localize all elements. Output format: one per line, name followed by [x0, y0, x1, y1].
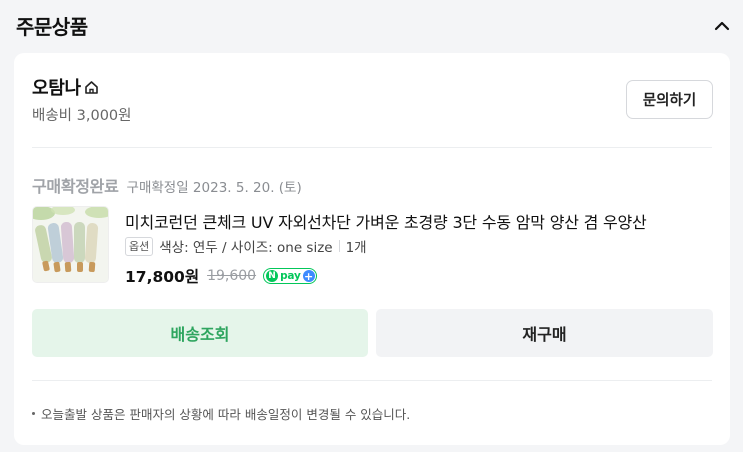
plus-icon: +	[302, 269, 315, 283]
price-row: 17,800원 19,600 N pay +	[125, 265, 317, 287]
npay-label: pay	[280, 270, 301, 282]
order-status: 구매확정완료	[32, 177, 119, 196]
notice-text: 오늘출발 상품은 판매자의 상황에 따라 배송일정이 변경될 수 있습니다.	[41, 407, 411, 422]
sale-price: 17,800원	[125, 268, 200, 286]
npay-n-icon: N	[266, 270, 279, 282]
original-price: 19,600	[207, 268, 257, 284]
section-title: 주문상품	[16, 15, 88, 39]
bullet-icon	[32, 412, 35, 415]
inquiry-button[interactable]: 문의하기	[626, 80, 713, 119]
home-icon	[83, 79, 100, 96]
confirm-date: 구매확정일 2023. 5. 20. (토)	[126, 180, 302, 196]
order-card: 오탐나 배송비 3,000원 문의하기 구매확정완료 구매확정일 2023. 5…	[14, 53, 730, 445]
divider	[32, 380, 712, 381]
product-name[interactable]: 미치코런던 큰체크 UV 자외선차단 가벼운 초경량 3단 수동 암막 양산 겸…	[125, 209, 713, 233]
delivery-notice: 오늘출발 상품은 판매자의 상황에 따라 배송일정이 변경될 수 있습니다.	[32, 404, 410, 423]
chevron-up-icon[interactable]	[708, 12, 736, 40]
reorder-button[interactable]: 재구매	[376, 309, 713, 357]
track-delivery-button[interactable]: 배송조회	[32, 309, 368, 357]
divider	[32, 147, 712, 148]
option-badge: 옵션	[125, 236, 154, 256]
seller-name-link[interactable]: 오탐나	[32, 74, 100, 100]
option-text: 색상: 연두 / 사이즈: one size	[159, 240, 333, 256]
seller-name: 오탐나	[32, 78, 81, 99]
order-items-header: 주문상품	[0, 0, 743, 52]
product-option-row: 옵션 색상: 연두 / 사이즈: one size 1개	[125, 236, 367, 256]
product-thumbnail[interactable]	[32, 206, 109, 283]
shipping-fee: 배송비 3,000원	[32, 108, 132, 124]
npay-plus-badge: N pay +	[263, 268, 317, 284]
option-separator	[338, 240, 340, 252]
order-status-row: 구매확정완료 구매확정일 2023. 5. 20. (토)	[32, 173, 302, 197]
quantity: 1개	[345, 240, 367, 256]
